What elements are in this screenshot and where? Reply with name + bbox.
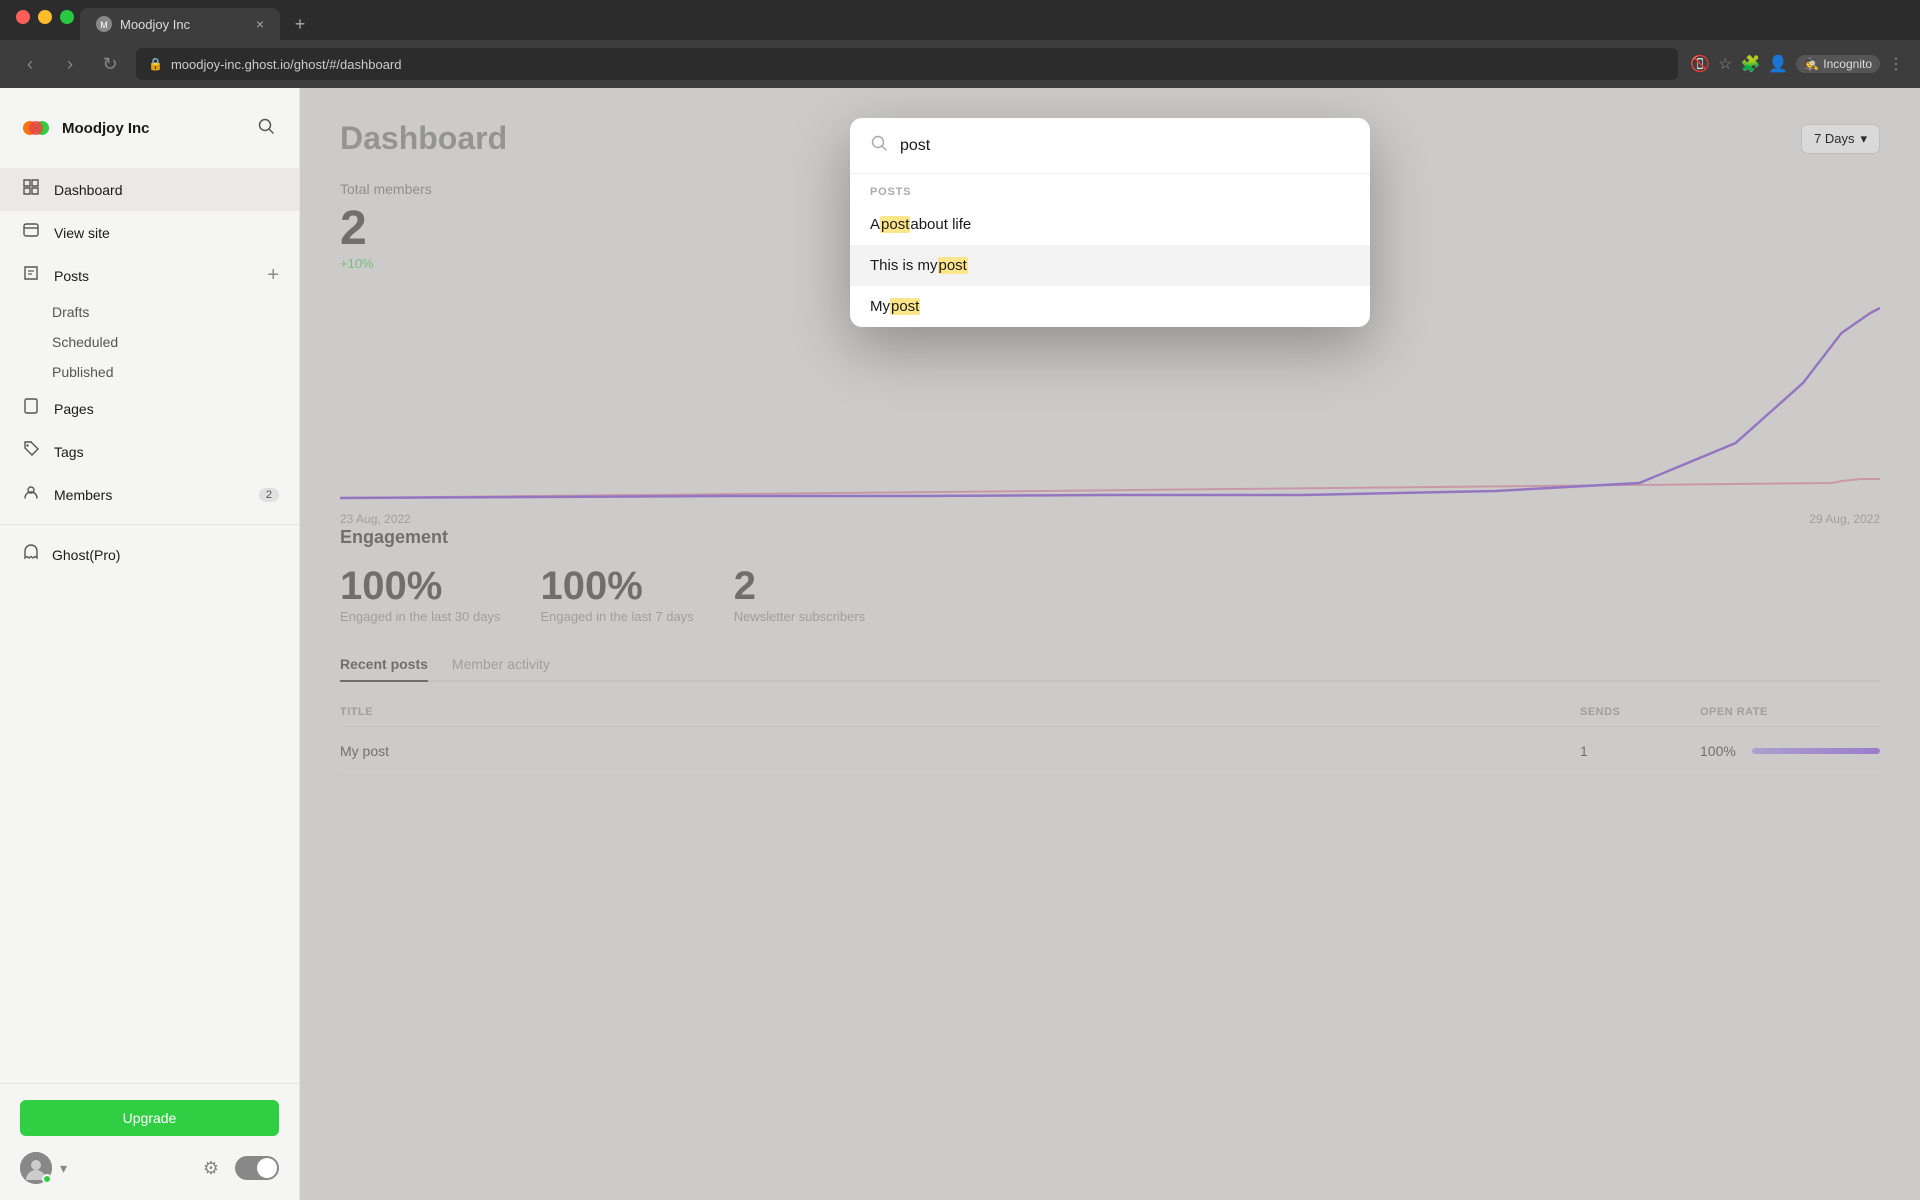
avatar-online-dot xyxy=(42,1174,52,1184)
search-result-1[interactable]: A post about life xyxy=(850,204,1370,245)
address-text: moodjoy-inc.ghost.io/ghost/#/dashboard xyxy=(171,57,402,72)
members-icon xyxy=(20,483,42,506)
search-input[interactable] xyxy=(900,137,1350,155)
result-1-highlight: post xyxy=(880,216,910,233)
sidebar-header: Moodjoy Inc xyxy=(0,88,299,160)
user-chevron-icon: ▾ xyxy=(60,1160,67,1177)
more-icon[interactable]: ⋮ xyxy=(1888,54,1904,74)
dashboard-icon xyxy=(20,178,42,201)
tab-title: Moodjoy Inc xyxy=(120,17,248,32)
profile-icon[interactable]: 👤 xyxy=(1768,54,1788,74)
window-maximize-button[interactable] xyxy=(60,10,74,24)
extension-icon[interactable]: 🧩 xyxy=(1741,54,1761,74)
bookmark-icon[interactable]: ☆ xyxy=(1718,54,1732,74)
sidebar-item-posts[interactable]: Posts + xyxy=(0,254,299,297)
sidebar-item-pages-label: Pages xyxy=(54,401,94,417)
result-3-highlight: post xyxy=(890,298,920,315)
brand-icon xyxy=(20,112,52,144)
sidebar-item-published[interactable]: Published xyxy=(52,357,299,387)
ghost-pro-icon xyxy=(20,543,42,566)
app-container: Moodjoy Inc Dashboard xyxy=(0,88,1920,1200)
search-input-row xyxy=(850,118,1370,174)
view-site-icon xyxy=(20,221,42,244)
user-row: ▾ ⚙ xyxy=(20,1152,279,1184)
lock-icon: 🔒 xyxy=(148,57,163,71)
incognito-badge: 🕵 Incognito xyxy=(1796,55,1880,73)
sidebar-item-dashboard-label: Dashboard xyxy=(54,182,123,198)
sidebar-item-members[interactable]: Members 2 xyxy=(0,473,299,516)
sidebar-item-tags[interactable]: Tags xyxy=(0,430,299,473)
footer-actions: ⚙ xyxy=(203,1156,279,1180)
result-2-before: This is my xyxy=(870,257,938,274)
result-3-before: My xyxy=(870,298,890,315)
toggle-knob xyxy=(257,1158,277,1178)
sidebar-item-dashboard[interactable]: Dashboard xyxy=(0,168,299,211)
new-tab-button[interactable]: + xyxy=(284,8,316,40)
main-content: Dashboard 7 Days ▾ Total members 2 +10% … xyxy=(300,88,1920,1200)
window-close-button[interactable] xyxy=(16,10,30,24)
incognito-icon: 🕵 xyxy=(1804,57,1819,71)
sidebar-item-view-site-label: View site xyxy=(54,225,110,241)
sidebar-item-ghost-pro[interactable]: Ghost(Pro) xyxy=(0,533,299,576)
result-2-highlight: post xyxy=(938,257,968,274)
svg-text:M: M xyxy=(100,20,108,30)
sidebar-item-tags-label: Tags xyxy=(54,444,84,460)
search-result-3[interactable]: My post xyxy=(850,286,1370,327)
refresh-button[interactable]: ↻ xyxy=(96,54,124,75)
brand-name: Moodjoy Inc xyxy=(62,120,150,137)
sidebar-item-drafts[interactable]: Drafts xyxy=(52,297,299,327)
sidebar-item-pages[interactable]: Pages xyxy=(0,387,299,430)
cast-icon[interactable]: 📵 xyxy=(1690,54,1710,74)
search-section-label: POSTS xyxy=(850,174,1370,204)
tab-close-icon[interactable]: × xyxy=(256,16,264,32)
forward-button[interactable]: › xyxy=(56,54,84,75)
sidebar-item-members-label: Members xyxy=(54,487,112,503)
user-info[interactable]: ▾ xyxy=(20,1152,67,1184)
incognito-label: Incognito xyxy=(1823,57,1872,71)
browser-actions: 📵 ☆ 🧩 👤 🕵 Incognito ⋮ xyxy=(1690,54,1904,74)
posts-add-icon[interactable]: + xyxy=(267,264,279,287)
settings-icon[interactable]: ⚙ xyxy=(203,1158,219,1179)
members-count: 2 xyxy=(259,488,279,502)
address-bar[interactable]: 🔒 moodjoy-inc.ghost.io/ghost/#/dashboard xyxy=(136,48,1678,80)
browser-tab[interactable]: M Moodjoy Inc × xyxy=(80,8,280,40)
search-overlay[interactable]: POSTS A post about life This is my post … xyxy=(300,88,1920,1200)
search-modal-icon xyxy=(870,134,888,157)
sidebar: Moodjoy Inc Dashboard xyxy=(0,88,300,1200)
tab-favicon: M xyxy=(96,16,112,32)
window-minimize-button[interactable] xyxy=(38,10,52,24)
sidebar-ghost-pro-label: Ghost(Pro) xyxy=(52,547,120,563)
sidebar-nav: Dashboard View site xyxy=(0,160,299,1083)
nav-divider xyxy=(0,524,299,525)
search-button[interactable] xyxy=(253,113,279,144)
search-modal: POSTS A post about life This is my post … xyxy=(850,118,1370,327)
sidebar-item-view-site[interactable]: View site xyxy=(0,211,299,254)
posts-icon xyxy=(20,264,42,287)
upgrade-button[interactable]: Upgrade xyxy=(20,1100,279,1136)
sidebar-item-posts-label: Posts xyxy=(54,268,89,284)
avatar xyxy=(20,1152,52,1184)
tags-icon xyxy=(20,440,42,463)
result-1-after: about life xyxy=(910,216,971,233)
result-1-before: A xyxy=(870,216,880,233)
theme-toggle[interactable] xyxy=(235,1156,279,1180)
search-result-2[interactable]: This is my post xyxy=(850,245,1370,286)
back-button[interactable]: ‹ xyxy=(16,54,44,75)
sidebar-item-scheduled[interactable]: Scheduled xyxy=(52,327,299,357)
pages-icon xyxy=(20,397,42,420)
posts-sub-nav: Drafts Scheduled Published xyxy=(0,297,299,387)
brand: Moodjoy Inc xyxy=(20,112,150,144)
sidebar-footer: Upgrade ▾ ⚙ xyxy=(0,1083,299,1200)
